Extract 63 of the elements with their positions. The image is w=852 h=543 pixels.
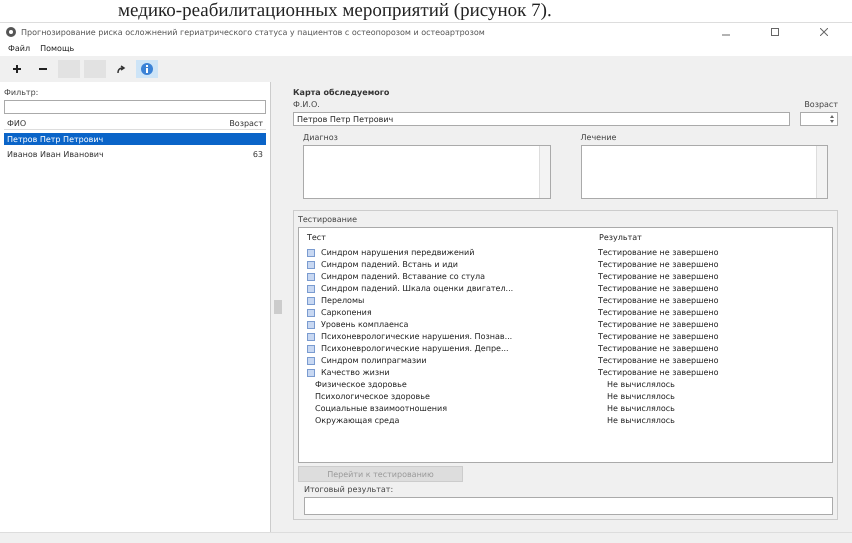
treatment-label: Лечение xyxy=(580,133,618,142)
test-result: Тестирование не завершено xyxy=(598,248,718,257)
fio-label: Ф.И.О. xyxy=(293,100,321,109)
info-icon xyxy=(141,63,153,75)
test-name[interactable]: Саркопения xyxy=(321,308,598,317)
app-icon xyxy=(6,27,16,37)
close-icon xyxy=(820,28,828,36)
column-header[interactable]: Возраст xyxy=(199,118,263,128)
filter-field[interactable] xyxy=(4,100,266,114)
test-result: Тестирование не завершено xyxy=(598,296,718,305)
test-result: Тестирование не завершено xyxy=(598,320,718,329)
minus-icon xyxy=(39,68,47,70)
splitter-handle[interactable] xyxy=(274,300,282,314)
test-name[interactable]: Психоневрологические нарушения. Депре... xyxy=(321,344,598,353)
age-label: Возраст xyxy=(804,100,838,109)
test-name[interactable]: Синдром падений. Встань и иди xyxy=(321,260,598,269)
age-spinner[interactable] xyxy=(800,112,838,126)
column-header[interactable]: ФИО xyxy=(7,118,199,128)
test-result: Не вычислялось xyxy=(607,392,675,401)
test-result: Не вычислялось xyxy=(607,416,675,425)
diagnosis-label: Диагноз xyxy=(303,133,339,142)
test-name[interactable]: Синдром падений. Вставание со стула xyxy=(321,272,598,281)
group-label: Тестирование xyxy=(298,215,358,224)
filter-label: Фильтр: xyxy=(4,88,40,97)
test-result: Тестирование не завершено xyxy=(598,368,718,377)
column-header[interactable]: Результат xyxy=(599,233,642,242)
test-name[interactable]: Уровень комплаенса xyxy=(321,320,598,329)
test-result: Не вычислялось xyxy=(607,404,675,413)
test-name[interactable]: Синдром нарушения передвижений xyxy=(321,248,598,257)
test-name[interactable]: Психоневрологические нарушения. Познав... xyxy=(321,332,598,341)
fio-field[interactable]: Петров Петр Петрович xyxy=(293,112,790,126)
test-result: Тестирование не завершено xyxy=(598,260,718,269)
test-name[interactable]: Переломы xyxy=(321,296,598,305)
window-title: Прогнозирование риска осложнений гериатрического статуса у пациентов с остеопорозом и остеоартрозом xyxy=(21,28,486,36)
test-name[interactable]: Окружающая среда xyxy=(315,416,607,425)
test-name[interactable]: Социальные взаимоотношения xyxy=(315,404,607,413)
document-caption: медико-реабилитационных мероприятий (рисунок 7). xyxy=(117,0,553,22)
maximize-icon xyxy=(771,28,779,36)
test-result: Не вычислялось xyxy=(607,380,675,389)
menu-item[interactable]: Файл xyxy=(8,44,30,53)
test-result: Тестирование не завершено xyxy=(598,272,718,281)
menu-item[interactable]: Помощь xyxy=(40,44,74,53)
test-result: Тестирование не завершено xyxy=(598,284,718,293)
test-name[interactable]: Синдром полипрагмазии xyxy=(321,356,598,365)
test-name[interactable]: Синдром падений. Шкала оценки двигател... xyxy=(321,284,598,293)
test-result: Тестирование не завершено xyxy=(598,332,718,341)
result-label: Итоговый результат: xyxy=(303,485,394,494)
card-title: Карта обследуемого xyxy=(293,88,390,97)
column-header[interactable]: Тест xyxy=(307,233,599,242)
test-result: Тестирование не завершено xyxy=(598,308,718,317)
treatment-field[interactable] xyxy=(580,145,828,199)
plus-icon xyxy=(13,65,21,73)
test-name[interactable]: Качество жизни xyxy=(321,368,598,377)
test-result: Тестирование не завершено xyxy=(598,356,718,365)
test-result: Тестирование не завершено xyxy=(598,344,718,353)
test-name[interactable]: Психологическое здоровье xyxy=(315,392,607,401)
result-field[interactable] xyxy=(304,497,833,515)
test-name[interactable]: Физическое здоровье xyxy=(315,380,607,389)
diagnosis-field[interactable] xyxy=(303,145,550,199)
patient-row[interactable]: Иванов Иван Иванович 63 xyxy=(4,148,266,160)
patient-row[interactable]: Петров Петр Петрович xyxy=(4,133,266,145)
redo-icon xyxy=(116,64,126,74)
minimize-icon xyxy=(722,34,730,36)
